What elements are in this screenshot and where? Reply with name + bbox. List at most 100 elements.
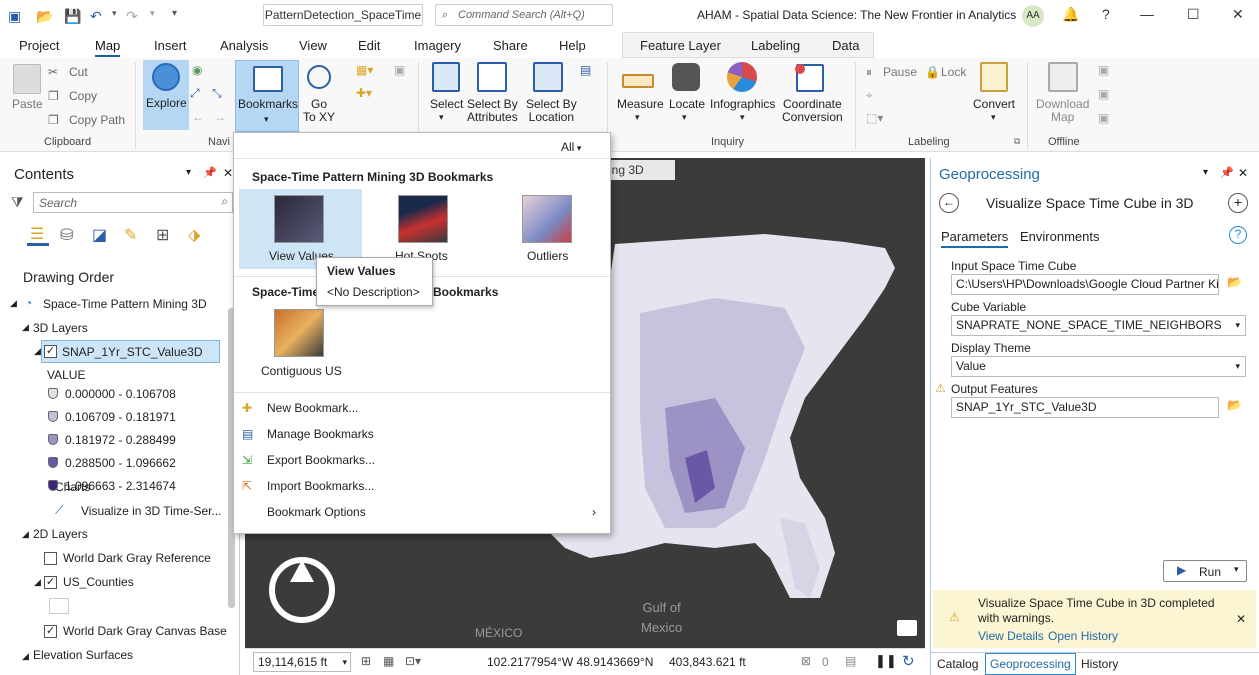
layer-3d-name[interactable]: SNAP_1Yr_STC_Value3D: [62, 345, 203, 359]
download-map-button[interactable]: Download Map: [1036, 98, 1089, 124]
tab-parameters[interactable]: Parameters: [941, 229, 1009, 248]
more-labeling-icon[interactable]: ⬚▾: [866, 111, 883, 125]
tab-analysis[interactable]: Analysis: [220, 38, 268, 53]
infographics-button[interactable]: Infographics: [710, 98, 775, 111]
pane-options-icon[interactable]: ▾: [186, 167, 191, 178]
grid-icon[interactable]: ▦: [383, 654, 394, 668]
chart-item[interactable]: Visualize in 3D Time-Ser...: [81, 504, 222, 518]
next-extent-icon[interactable]: →: [214, 110, 226, 124]
pin-pane-icon[interactable]: 📌: [1220, 166, 1234, 179]
bookmark-contiguous-us[interactable]: Contiguous US: [239, 303, 362, 381]
drawing-order-view-icon[interactable]: ☰: [27, 224, 49, 246]
folder-icon[interactable]: 📂: [1227, 398, 1242, 412]
coordinate-conversion-button[interactable]: Coordinate Conversion: [782, 98, 843, 124]
redo-dropdown-icon[interactable]: ▾: [150, 8, 155, 19]
layer-counties-checkbox[interactable]: ✓: [44, 576, 57, 589]
layer-base-checkbox[interactable]: ✓: [44, 625, 57, 638]
legend-swatch[interactable]: [48, 434, 58, 445]
selected-features-icon[interactable]: ⊠: [801, 654, 811, 668]
offline-more-icon[interactable]: ▣: [1098, 111, 1109, 125]
paste-button[interactable]: Paste: [12, 98, 43, 111]
collapse-icon[interactable]: ◢: [34, 346, 41, 357]
tab-insert[interactable]: Insert: [154, 38, 187, 53]
refresh-icon[interactable]: ↻: [902, 652, 915, 670]
close-pane-icon[interactable]: ✕: [1238, 166, 1248, 180]
bookmarks-button[interactable]: Bookmarks ▾: [235, 60, 299, 132]
fixed-zoom-out-icon[interactable]: ⤡: [212, 86, 222, 101]
filter-icon[interactable]: ⧩: [11, 194, 24, 211]
pause-button[interactable]: Pause: [883, 65, 917, 79]
fixed-zoom-icon[interactable]: ⤢: [190, 86, 200, 101]
legend-swatch[interactable]: [48, 411, 58, 422]
bookmark-options-item[interactable]: Bookmark Options: [267, 505, 366, 519]
pane-options-icon[interactable]: ▾: [1203, 167, 1208, 178]
previous-extent-icon[interactable]: ←: [192, 110, 204, 124]
sync-icon[interactable]: ▣: [1098, 63, 1109, 77]
tab-labeling[interactable]: Labeling: [751, 38, 800, 53]
undo-icon[interactable]: ↶: [90, 8, 102, 25]
add-icon[interactable]: +: [1228, 193, 1248, 213]
tab-edit[interactable]: Edit: [358, 38, 380, 53]
close-pane-icon[interactable]: ✕: [223, 166, 233, 180]
basemap-icon[interactable]: ▦▾: [356, 63, 373, 77]
locate-button[interactable]: Locate: [669, 98, 705, 111]
layer-base-name[interactable]: World Dark Gray Canvas Base: [63, 624, 227, 638]
labeling-view-icon[interactable]: ⬗: [188, 225, 200, 245]
save-icon[interactable]: 💾: [64, 8, 81, 25]
open-icon[interactable]: 📂: [36, 8, 53, 25]
view-unplaced-icon[interactable]: ⌖: [866, 88, 873, 103]
attributes-icon[interactable]: ▤: [580, 63, 591, 77]
pin-pane-icon[interactable]: 📌: [203, 166, 217, 179]
select-by-location-button[interactable]: Select By Location: [526, 98, 577, 124]
snapping-view-icon[interactable]: ⊞: [156, 225, 169, 245]
add-data-icon[interactable]: ✚▾: [356, 86, 372, 100]
measure-button[interactable]: Measure: [617, 98, 664, 111]
undo-dropdown-icon[interactable]: ▾: [112, 8, 117, 19]
map-name[interactable]: Space-Time Pattern Mining 3D: [43, 297, 207, 311]
layer-reference-name[interactable]: World Dark Gray Reference: [63, 551, 211, 565]
selection-view-icon[interactable]: ◪: [92, 225, 107, 245]
display-theme-select[interactable]: Value ▾: [951, 356, 1246, 377]
pause-drawing-icon[interactable]: ❚❚: [875, 653, 897, 669]
command-search-input[interactable]: ⌕ Command Search (Alt+Q): [435, 4, 613, 26]
legend-swatch[interactable]: [48, 388, 58, 399]
collapse-icon[interactable]: ◢: [10, 298, 17, 309]
explore-button[interactable]: Explore: [143, 60, 189, 130]
tab-project[interactable]: Project: [19, 38, 59, 53]
tab-geoprocessing[interactable]: Geoprocessing: [985, 653, 1076, 675]
open-history-link[interactable]: Open History: [1048, 629, 1118, 643]
editing-view-icon[interactable]: ✎: [124, 225, 137, 245]
scale-selector[interactable]: 19,114,615 ft ▾: [253, 652, 351, 672]
contents-search-input[interactable]: Search ⌕: [33, 192, 233, 213]
map-toolbar-icon[interactable]: [897, 620, 917, 636]
tab-feature-layer[interactable]: Feature Layer: [640, 38, 721, 53]
tab-view[interactable]: View: [299, 38, 327, 53]
collapse-icon[interactable]: ◢: [22, 529, 29, 540]
run-button[interactable]: ▶ Run ▾: [1163, 560, 1247, 582]
minimize-icon[interactable]: —: [1140, 6, 1154, 22]
tab-data[interactable]: Data: [832, 38, 859, 53]
legend-swatch[interactable]: [48, 480, 58, 491]
tab-imagery[interactable]: Imagery: [414, 38, 461, 53]
full-extent-icon[interactable]: ◉: [192, 63, 202, 77]
select-button[interactable]: Select: [430, 98, 463, 111]
cube-variable-select[interactable]: SNAPRATE_NONE_SPACE_TIME_NEIGHBORS ▾: [951, 315, 1246, 336]
user-avatar[interactable]: AA: [1022, 5, 1044, 27]
folder-icon[interactable]: 📂: [1227, 275, 1242, 289]
select-by-attributes-button[interactable]: Select By Attributes: [467, 98, 518, 124]
add-preset-icon[interactable]: ▣: [394, 63, 405, 77]
copy-path-button[interactable]: Copy Path: [69, 113, 125, 127]
convert-button[interactable]: Convert: [973, 98, 1015, 111]
collapse-icon[interactable]: ◢: [34, 577, 41, 588]
remove-icon[interactable]: ▣: [1098, 87, 1109, 101]
view-details-link[interactable]: View Details: [978, 629, 1044, 643]
customize-toolbar-icon[interactable]: ▾: [172, 8, 177, 19]
input-cube-field[interactable]: C:\Users\HP\Downloads\Google Cloud Partn…: [951, 274, 1219, 295]
tab-help[interactable]: Help: [559, 38, 586, 53]
coordinate-format-icon[interactable]: ⊡▾: [405, 654, 421, 668]
lock-button[interactable]: Lock: [941, 65, 966, 79]
tab-share[interactable]: Share: [493, 38, 528, 53]
tab-map[interactable]: Map: [95, 38, 121, 57]
notifications-icon[interactable]: 🔔: [1062, 6, 1079, 23]
export-bookmarks-item[interactable]: Export Bookmarks...: [267, 453, 375, 467]
